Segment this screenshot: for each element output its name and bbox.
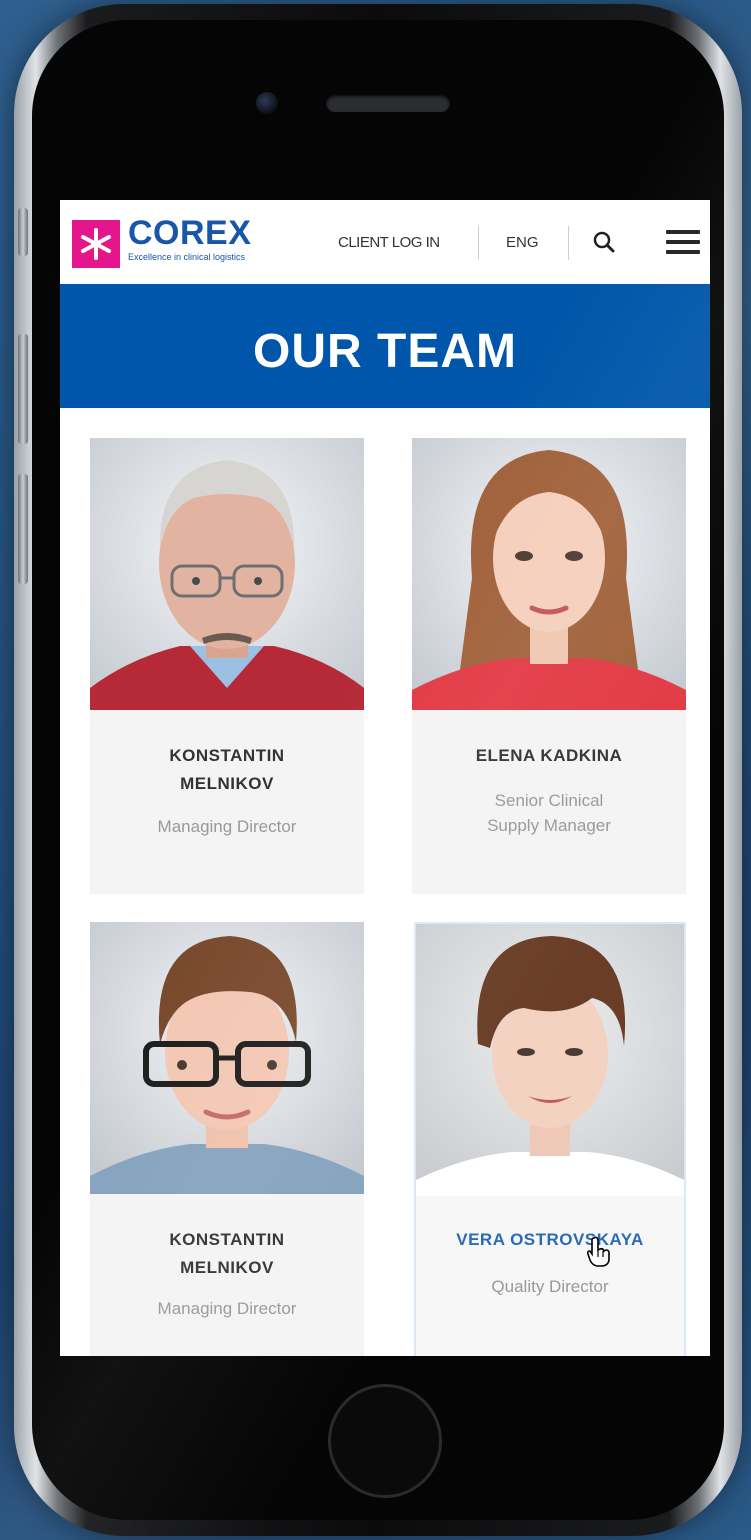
team-member-role: Managing Director: [157, 817, 297, 836]
nav-divider: [478, 226, 479, 260]
mobile-screen: COREX Excellence in clinical logistics C…: [60, 200, 710, 1356]
logo-tagline: Excellence in clinical logistics: [128, 252, 246, 262]
volume-down-button: [18, 474, 28, 584]
team-member-photo: [90, 922, 364, 1194]
team-member-photo: [416, 924, 684, 1196]
team-member-role: Quality Director: [491, 1277, 609, 1296]
client-login-link[interactable]: CLIENT LOG IN: [338, 234, 440, 251]
team-member-photo: [412, 438, 686, 710]
hamburger-menu-icon[interactable]: [666, 230, 700, 260]
hand-cursor-icon: [586, 1236, 612, 1273]
corex-logo-icon[interactable]: [72, 220, 120, 268]
site-header: COREX Excellence in clinical logistics C…: [60, 200, 710, 284]
front-camera: [256, 92, 278, 114]
team-member-name[interactable]: ELENA KADKINA: [412, 742, 686, 770]
team-member-name-link[interactable]: VERA OSTROVSKAYA: [416, 1226, 684, 1254]
search-icon[interactable]: [592, 230, 616, 259]
volume-up-button: [18, 334, 28, 444]
team-card-hovered[interactable]: VERA OSTROVSKAYA Quality Director: [416, 924, 684, 1356]
page-banner: OUR TEAM: [60, 284, 710, 408]
team-member-role: Managing Director: [157, 1299, 297, 1318]
nav-divider: [568, 226, 569, 260]
team-member-name[interactable]: KONSTANTIN MELNIKOV: [90, 1226, 364, 1282]
team-member-role: Senior Clinical Supply Manager: [487, 791, 611, 835]
team-member-photo: [90, 438, 364, 710]
team-card[interactable]: KONSTANTIN MELNIKOV Managing Director: [90, 922, 364, 1356]
language-selector[interactable]: ENG: [506, 234, 539, 251]
home-button[interactable]: [328, 1384, 442, 1498]
mute-switch: [18, 208, 28, 256]
page-title: OUR TEAM: [253, 325, 517, 378]
team-card[interactable]: KONSTANTIN MELNIKOV Managing Director: [90, 438, 364, 894]
team-member-name[interactable]: KONSTANTIN MELNIKOV: [90, 742, 364, 798]
earpiece-speaker: [326, 94, 450, 112]
team-card[interactable]: ELENA KADKINA Senior Clinical Supply Man…: [412, 438, 686, 894]
logo-wordmark[interactable]: COREX: [128, 216, 251, 250]
